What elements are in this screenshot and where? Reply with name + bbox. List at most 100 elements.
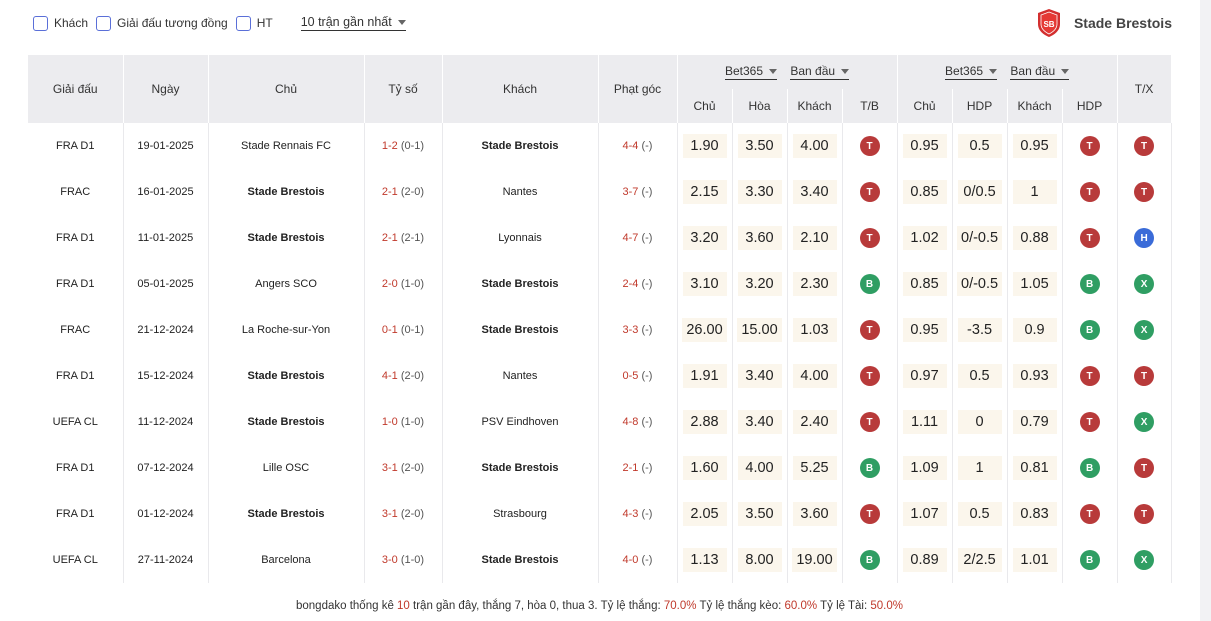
tb-cell: T (842, 307, 898, 353)
tx-cell: T (1117, 169, 1172, 215)
hdp-away: 1.05 (1007, 261, 1063, 307)
home-team-cell[interactable]: Lille OSC (208, 445, 365, 491)
away-team-cell[interactable]: Stade Brestois (442, 307, 599, 353)
away-team-cell[interactable]: Stade Brestois (442, 537, 599, 583)
checkbox-box[interactable] (235, 15, 251, 31)
hdp-away: 0.93 (1007, 353, 1063, 399)
hdp-home: 1.02 (897, 215, 953, 261)
table-row[interactable]: FRA D1 19-01-2025 Stade Rennais FC 1-2 (0-1… (28, 123, 1172, 169)
home-team-cell[interactable]: Stade Brestois (208, 399, 365, 445)
bookmaker-select-2[interactable]: Bet365 (945, 64, 998, 80)
tx-cell: T (1117, 491, 1172, 537)
odds-home: 1.60 (677, 445, 733, 491)
odds-home: 2.05 (677, 491, 733, 537)
table-row[interactable]: FRA D1 05-01-2025 Angers SCO 2-0 (1-0) Stade… (28, 261, 1172, 307)
hdp-result-cell: B (1062, 445, 1118, 491)
ht-score: (1-0) (400, 416, 425, 428)
table-row[interactable]: FRAC 21-12-2024 La Roche-sur-Yon 0-1 (0-1) S… (28, 307, 1172, 353)
hdp-home: 1.11 (897, 399, 953, 445)
odds-home: 2.88 (677, 399, 733, 445)
date-cell: 07-12-2024 (123, 445, 209, 491)
hdp-away: 1 (1007, 169, 1063, 215)
odds-away: 1.03 (787, 307, 843, 353)
table-row[interactable]: FRA D1 11-01-2025 Stade Brestois 2-1 (2-1) L… (28, 215, 1172, 261)
table-row[interactable]: UEFA CL 27-11-2024 Barcelona 3-0 (1-0) Stade… (28, 537, 1172, 583)
away-team-cell[interactable]: Stade Brestois (442, 445, 599, 491)
table-row[interactable]: FRA D1 15-12-2024 Stade Brestois 4-1 (2-0) N… (28, 353, 1172, 399)
table-row[interactable]: UEFA CL 11-12-2024 Stade Brestois 1-0 (1-0)… (28, 399, 1172, 445)
result-badge: T (1134, 458, 1155, 478)
score-cell: 2-0 (1-0) (364, 261, 443, 307)
odds-draw: 3.40 (732, 399, 788, 445)
result-badge: T (1079, 504, 1100, 524)
matches-table: Giải đấu Ngày Chủ Tỷ số Khách Phạt góc B… (28, 55, 1172, 583)
score-cell: 2-1 (2-1) (364, 215, 443, 261)
table-row[interactable]: FRAC 16-01-2025 Stade Brestois 2-1 (2-0) Nan… (28, 169, 1172, 215)
away-team-cell[interactable]: Strasbourg (442, 491, 599, 537)
checkbox-box[interactable] (96, 15, 112, 31)
checkbox-box[interactable] (33, 15, 48, 31)
filter-same-league-checkbox[interactable]: Giải đấu tương đồng (96, 15, 228, 31)
corner-ht: (-) (641, 140, 653, 152)
home-team-cell[interactable]: Angers SCO (208, 261, 365, 307)
date-cell: 11-01-2025 (123, 215, 209, 261)
hdp-line: 0/-0.5 (952, 261, 1008, 307)
full-score: 4-1 (381, 370, 398, 382)
chevron-down-icon (841, 68, 850, 74)
home-team-cell[interactable]: Stade Brestois (208, 353, 365, 399)
away-team-cell[interactable]: Lyonnais (442, 215, 599, 261)
league-cell: FRA D1 (28, 445, 124, 491)
full-score: 2-1 (381, 232, 398, 244)
away-team-cell[interactable]: Stade Brestois (442, 123, 599, 169)
score-cell: 1-0 (1-0) (364, 399, 443, 445)
home-team-cell[interactable]: Barcelona (208, 537, 365, 583)
corner-cell: 4-3 (-) (598, 491, 678, 537)
corner-ht: (-) (641, 370, 653, 382)
table-row[interactable]: FRA D1 01-12-2024 Stade Brestois 3-1 (2-0) S… (28, 491, 1172, 537)
result-badge: T (859, 504, 880, 524)
hdp-away: 0.88 (1007, 215, 1063, 261)
ht-score: (2-1) (400, 232, 425, 244)
hdp-result-cell: T (1062, 169, 1118, 215)
odds-home: 3.20 (677, 215, 733, 261)
sub-col: Khách (787, 89, 843, 123)
corner-cell: 4-4 (-) (598, 123, 678, 169)
away-team-cell[interactable]: Nantes (442, 353, 599, 399)
result-badge: H (1134, 228, 1155, 248)
hdp-result-cell: B (1062, 307, 1118, 353)
filter-ht-checkbox[interactable]: HT (235, 15, 273, 31)
corner-ht: (-) (641, 508, 653, 520)
tx-cell: X (1117, 399, 1172, 445)
bookmaker-select-1[interactable]: Bet365 (724, 64, 778, 80)
corner-score: 3-7 (622, 186, 639, 198)
home-team-cell[interactable]: Stade Brestois (208, 215, 365, 261)
odds-away: 4.00 (787, 353, 843, 399)
col-score: Tỷ số (364, 55, 443, 123)
filter-away-checkbox[interactable]: Khách (33, 15, 88, 31)
table-row[interactable]: FRA D1 07-12-2024 Lille OSC 3-1 (2-0) Stade … (28, 445, 1172, 491)
away-team-cell[interactable]: Stade Brestois (442, 261, 599, 307)
odds-type-select-1[interactable]: Ban đầu (790, 64, 850, 80)
svg-text:SB: SB (1043, 20, 1054, 29)
team-logo: SB (1037, 9, 1060, 37)
league-cell: FRAC (28, 307, 124, 353)
odds-type-select-2[interactable]: Ban đầu (1010, 64, 1070, 80)
odds-home: 1.91 (677, 353, 733, 399)
hdp-line: 0/0.5 (952, 169, 1008, 215)
away-team-cell[interactable]: PSV Eindhoven (442, 399, 599, 445)
home-team-cell[interactable]: Stade Rennais FC (208, 123, 365, 169)
full-score: 3-0 (381, 554, 398, 566)
tb-cell: T (842, 169, 898, 215)
match-count-select[interactable]: 10 trận gần nhất (300, 15, 406, 31)
hdp-line: 0/-0.5 (952, 215, 1008, 261)
home-team-cell[interactable]: Stade Brestois (208, 169, 365, 215)
away-team-cell[interactable]: Nantes (442, 169, 599, 215)
hdp-away: 0.95 (1007, 123, 1063, 169)
result-badge: T (859, 320, 880, 340)
home-team-cell[interactable]: La Roche-sur-Yon (208, 307, 365, 353)
result-badge: T (859, 228, 880, 248)
result-badge: T (1079, 412, 1100, 432)
date-cell: 27-11-2024 (123, 537, 209, 583)
home-team-cell[interactable]: Stade Brestois (208, 491, 365, 537)
odds-1x2-group: Bet365 Ban đầu (677, 55, 898, 89)
